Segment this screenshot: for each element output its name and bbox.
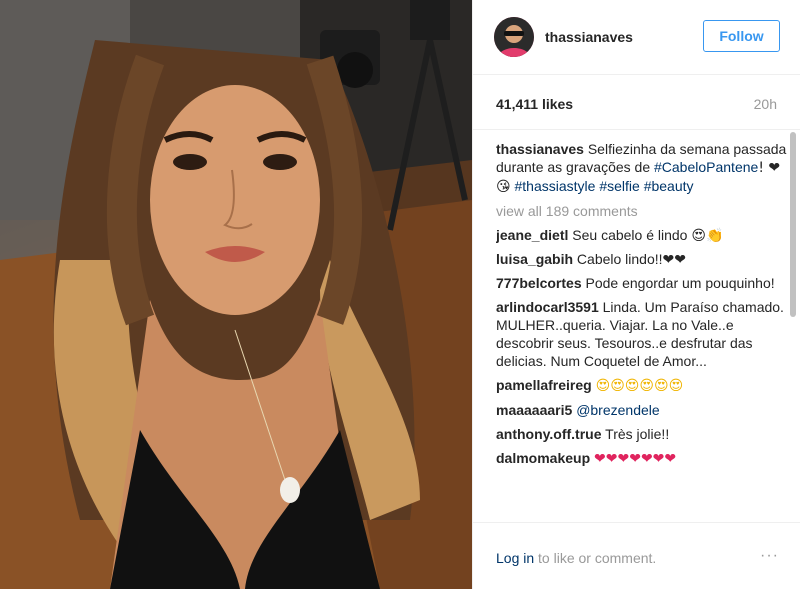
comment-author[interactable]: maaaaaari5 xyxy=(496,402,572,418)
comment-item: luisa_gabih Cabelo lindo!!❤❤ xyxy=(496,250,788,268)
post-time[interactable]: 20h xyxy=(754,96,777,112)
selfie-illustration xyxy=(0,0,472,589)
post-meta: 41,411 likes 20h xyxy=(473,75,800,130)
login-prompt-text: to like or comment. xyxy=(534,550,657,566)
scrollbar-thumb[interactable] xyxy=(790,132,796,317)
comment-author[interactable]: pamellafreireg xyxy=(496,377,592,393)
comment-item: dalmomakeup ❤❤❤❤❤❤❤ xyxy=(496,449,788,468)
comment-text: Très jolie!! xyxy=(605,426,670,442)
mention-link[interactable]: @brezendele xyxy=(576,402,660,418)
more-options-icon[interactable]: ··· xyxy=(760,547,779,565)
post-author[interactable]: thassianaves xyxy=(545,29,633,45)
comment-author[interactable]: jeane_dietl xyxy=(496,227,568,243)
likes-count[interactable]: 41,411 likes xyxy=(496,96,573,112)
post-footer: Log in to like or comment. ··· xyxy=(473,522,800,589)
post-sidebar: thassianaves Follow 41,411 likes 20h tha… xyxy=(472,0,800,589)
caption: thassianaves Selfiezinha da semana passa… xyxy=(496,140,788,196)
comment-item: maaaaaari5 @brezendele xyxy=(496,401,788,419)
comment-author[interactable]: dalmomakeup xyxy=(496,450,590,466)
comment-item: anthony.off.true Très jolie!! xyxy=(496,425,788,443)
comment-author[interactable]: 777belcortes xyxy=(496,275,582,291)
comment-text: Cabelo lindo!!❤❤ xyxy=(576,251,686,267)
hashtag-link[interactable]: #selfie xyxy=(599,178,639,194)
comments-list[interactable]: thassianaves Selfiezinha da semana passa… xyxy=(496,140,788,520)
comment-text: ❤❤❤❤❤❤❤ xyxy=(594,451,677,467)
comment-item: jeane_dietl Seu cabelo é lindo 😍👏 xyxy=(496,226,788,244)
post-header: thassianaves Follow xyxy=(473,0,800,75)
comment-text: Seu cabelo é lindo 😍👏 xyxy=(572,227,724,243)
comment-author[interactable]: anthony.off.true xyxy=(496,426,602,442)
post-photo[interactable] xyxy=(0,0,472,589)
login-prompt: Log in to like or comment. xyxy=(496,550,656,566)
view-all-comments-link[interactable]: view all 189 comments xyxy=(496,202,788,220)
comment-item: arlindocarl3591 Linda. Um Paraíso chamad… xyxy=(496,298,788,370)
comment-item: pamellafreireg 😍😍😍😍😍😍 xyxy=(496,376,788,395)
comment-item: 777belcortes Pode engordar um pouquinho! xyxy=(496,274,788,292)
follow-button[interactable]: Follow xyxy=(703,20,780,52)
instagram-post: thassianaves Follow 41,411 likes 20h tha… xyxy=(0,0,800,589)
avatar[interactable] xyxy=(494,17,534,57)
comment-author[interactable]: luisa_gabih xyxy=(496,251,573,267)
comment-text: Pode engordar um pouquinho! xyxy=(585,275,775,291)
caption-author[interactable]: thassianaves xyxy=(496,141,584,157)
comment-text: 😍😍😍😍😍😍 xyxy=(595,378,684,394)
hashtag-link[interactable]: #thassiastyle xyxy=(515,178,596,194)
hashtag-link[interactable]: #CabeloPantene xyxy=(654,159,758,175)
comment-author[interactable]: arlindocarl3591 xyxy=(496,299,599,315)
comments-scrollbar[interactable] xyxy=(789,130,797,520)
login-link[interactable]: Log in xyxy=(496,550,534,566)
avatar-image xyxy=(494,17,534,57)
hashtag-link[interactable]: #beauty xyxy=(644,178,694,194)
